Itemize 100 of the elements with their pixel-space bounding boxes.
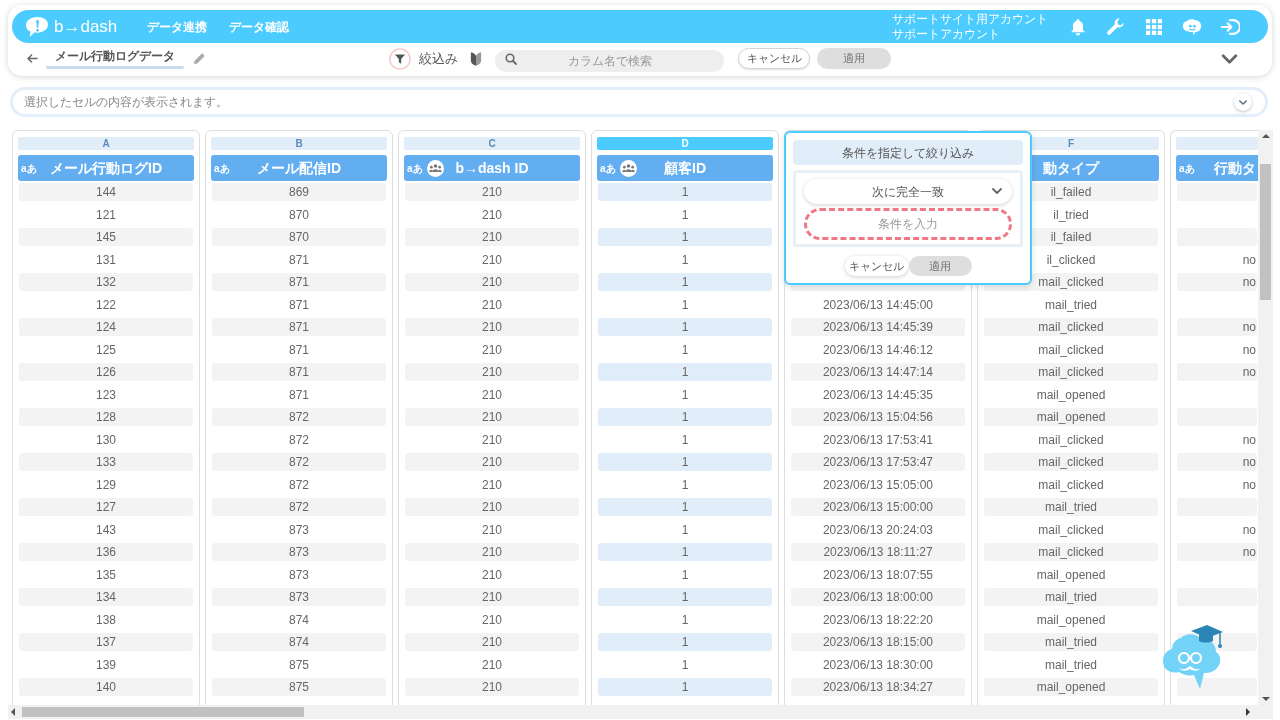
chevron-down-icon bbox=[992, 188, 1002, 194]
column-header[interactable]: aあ b→dash ID bbox=[404, 155, 580, 181]
table-cell-text: 1 bbox=[680, 566, 690, 584]
table-cell-text: 873 bbox=[288, 521, 310, 539]
table-cell: 872 bbox=[212, 498, 386, 516]
chevron-down-icon[interactable] bbox=[1221, 53, 1238, 64]
scrollbar-thumb[interactable] bbox=[22, 707, 304, 717]
table-cell-text: 210 bbox=[481, 341, 503, 359]
column-header[interactable]: aあ 顧客ID bbox=[597, 155, 773, 181]
table-cell: mail_clicked bbox=[984, 363, 1158, 381]
table-cell-text: 873 bbox=[288, 566, 310, 584]
table-cell-text: 870 bbox=[288, 206, 310, 224]
table-cell: 140 bbox=[19, 678, 193, 696]
column-header[interactable]: aあ メール行動ログID bbox=[18, 155, 194, 181]
scroll-left-icon[interactable] bbox=[11, 708, 15, 716]
filter-icon[interactable] bbox=[389, 47, 411, 70]
operator-dropdown[interactable]: 次に完全一致 bbox=[804, 179, 1012, 204]
table-cell: 2023/06/13 18:15:00 bbox=[791, 633, 965, 651]
cloud-mascot-icon[interactable] bbox=[1161, 624, 1225, 690]
table-cell-text: 1 bbox=[680, 656, 690, 674]
vertical-scrollbar[interactable] bbox=[1258, 130, 1273, 705]
table-cell: 1 bbox=[598, 498, 772, 516]
logo-bubble-icon[interactable] bbox=[24, 15, 50, 38]
logo-text[interactable]: b→dash bbox=[54, 18, 118, 35]
table-cell: 875 bbox=[212, 678, 386, 696]
table-cell: 144 bbox=[19, 183, 193, 201]
scrollbar-thumb[interactable] bbox=[1260, 164, 1271, 300]
table-cell: mail_tried bbox=[984, 588, 1158, 606]
arrow-into-circle-icon[interactable] bbox=[1220, 16, 1240, 37]
table-cell-text: mail_clicked bbox=[1037, 431, 1105, 449]
table-cell-text: 1 bbox=[680, 206, 690, 224]
table-cell-text: 125 bbox=[95, 341, 117, 359]
table-cell-text: 2023/06/13 18:22:20 bbox=[821, 611, 935, 629]
cancel-button[interactable]: キャンセル bbox=[738, 48, 810, 69]
table-cell-text: 210 bbox=[481, 566, 503, 584]
horizontal-scrollbar[interactable] bbox=[8, 705, 1273, 719]
column-header[interactable]: aあ 行動タ bbox=[1176, 155, 1258, 181]
column-letter-bar[interactable]: B bbox=[211, 137, 387, 150]
table-cell: 1 bbox=[598, 318, 772, 336]
table-cell: 2023/06/13 15:04:56 bbox=[791, 408, 965, 426]
table-cell: no bbox=[1177, 543, 1257, 561]
table-cell: 1 bbox=[598, 543, 772, 561]
table-cell: 210 bbox=[405, 543, 579, 561]
table-cell: mail_clicked bbox=[984, 543, 1158, 561]
table-cell-text: 1 bbox=[680, 521, 690, 539]
scroll-right-icon[interactable] bbox=[1246, 708, 1250, 716]
table-cell-text: 143 bbox=[95, 521, 117, 539]
column-letter-bar[interactable]: D bbox=[597, 137, 773, 150]
grid-icon[interactable] bbox=[1144, 16, 1164, 37]
table-cell-text: mail_opened bbox=[1035, 566, 1107, 584]
table-cell: 874 bbox=[212, 633, 386, 651]
table-cell: 871 bbox=[212, 273, 386, 291]
filter-label[interactable]: 絞込み bbox=[419, 48, 458, 69]
condition-input[interactable]: 条件を入力 bbox=[804, 208, 1012, 240]
table-cell: 2023/06/13 14:45:39 bbox=[791, 318, 965, 336]
table-cell-text: 1 bbox=[680, 386, 690, 404]
table-cell: no bbox=[1177, 318, 1257, 336]
nav-link[interactable]: データ連携 bbox=[147, 17, 208, 36]
chevron-down-icon bbox=[1239, 99, 1247, 105]
table-cell-text: 122 bbox=[95, 296, 117, 314]
table-cell: 132 bbox=[19, 273, 193, 291]
table-cell: 133 bbox=[19, 453, 193, 471]
table-cell: 1 bbox=[598, 633, 772, 651]
table-cell-text: 872 bbox=[288, 431, 310, 449]
table-cell: 2023/06/13 18:11:27 bbox=[791, 543, 965, 561]
table-cell: 210 bbox=[405, 588, 579, 606]
table-cell: 871 bbox=[212, 363, 386, 381]
column-letter-bar[interactable]: C bbox=[404, 137, 580, 150]
pencil-icon[interactable] bbox=[192, 51, 206, 66]
face-bubble-icon[interactable] bbox=[1182, 16, 1202, 37]
nav-link[interactable]: データ確認 bbox=[229, 17, 290, 36]
table-cell: 210 bbox=[405, 228, 579, 246]
table-cell-text: 2023/06/13 14:45:00 bbox=[821, 296, 935, 314]
column-title: メール配信ID bbox=[257, 158, 341, 178]
cancel-button[interactable]: キャンセル bbox=[844, 256, 908, 276]
table-cell: 873 bbox=[212, 588, 386, 606]
table-cell-text: 210 bbox=[481, 206, 503, 224]
table-cell-text: 1 bbox=[680, 476, 690, 494]
type-label: aあ bbox=[21, 161, 37, 176]
table-cell: 210 bbox=[405, 363, 579, 381]
column-title: 顧客ID bbox=[664, 158, 706, 178]
column-letter-bar[interactable]: A bbox=[18, 137, 194, 150]
column-header[interactable]: aあ メール配信ID bbox=[211, 155, 387, 181]
table-cell-text: 1 bbox=[680, 611, 690, 629]
table-cell: 1 bbox=[598, 183, 772, 201]
table-cell-text: 872 bbox=[288, 476, 310, 494]
cell-content-field[interactable]: 選択したセルの内容が表示されます。 bbox=[10, 87, 1268, 117]
table-cell-text: 121 bbox=[95, 206, 117, 224]
table-cell-text: 131 bbox=[95, 251, 117, 269]
table-cell: 1 bbox=[598, 453, 772, 471]
scroll-down-icon[interactable] bbox=[1261, 697, 1270, 701]
wrench-icon[interactable] bbox=[1106, 16, 1126, 37]
table-cell-text: il_clicked bbox=[1045, 251, 1097, 269]
table-cell-text: mail_clicked bbox=[1037, 521, 1105, 539]
table-cell: 137 bbox=[19, 633, 193, 651]
back-arrow-icon[interactable] bbox=[27, 54, 38, 63]
table-cell-text: 1 bbox=[680, 296, 690, 314]
scroll-up-icon[interactable] bbox=[1261, 134, 1270, 138]
search-field[interactable]: カラム名で検索 bbox=[495, 49, 724, 72]
beginner-mark-icon[interactable] bbox=[470, 50, 482, 67]
